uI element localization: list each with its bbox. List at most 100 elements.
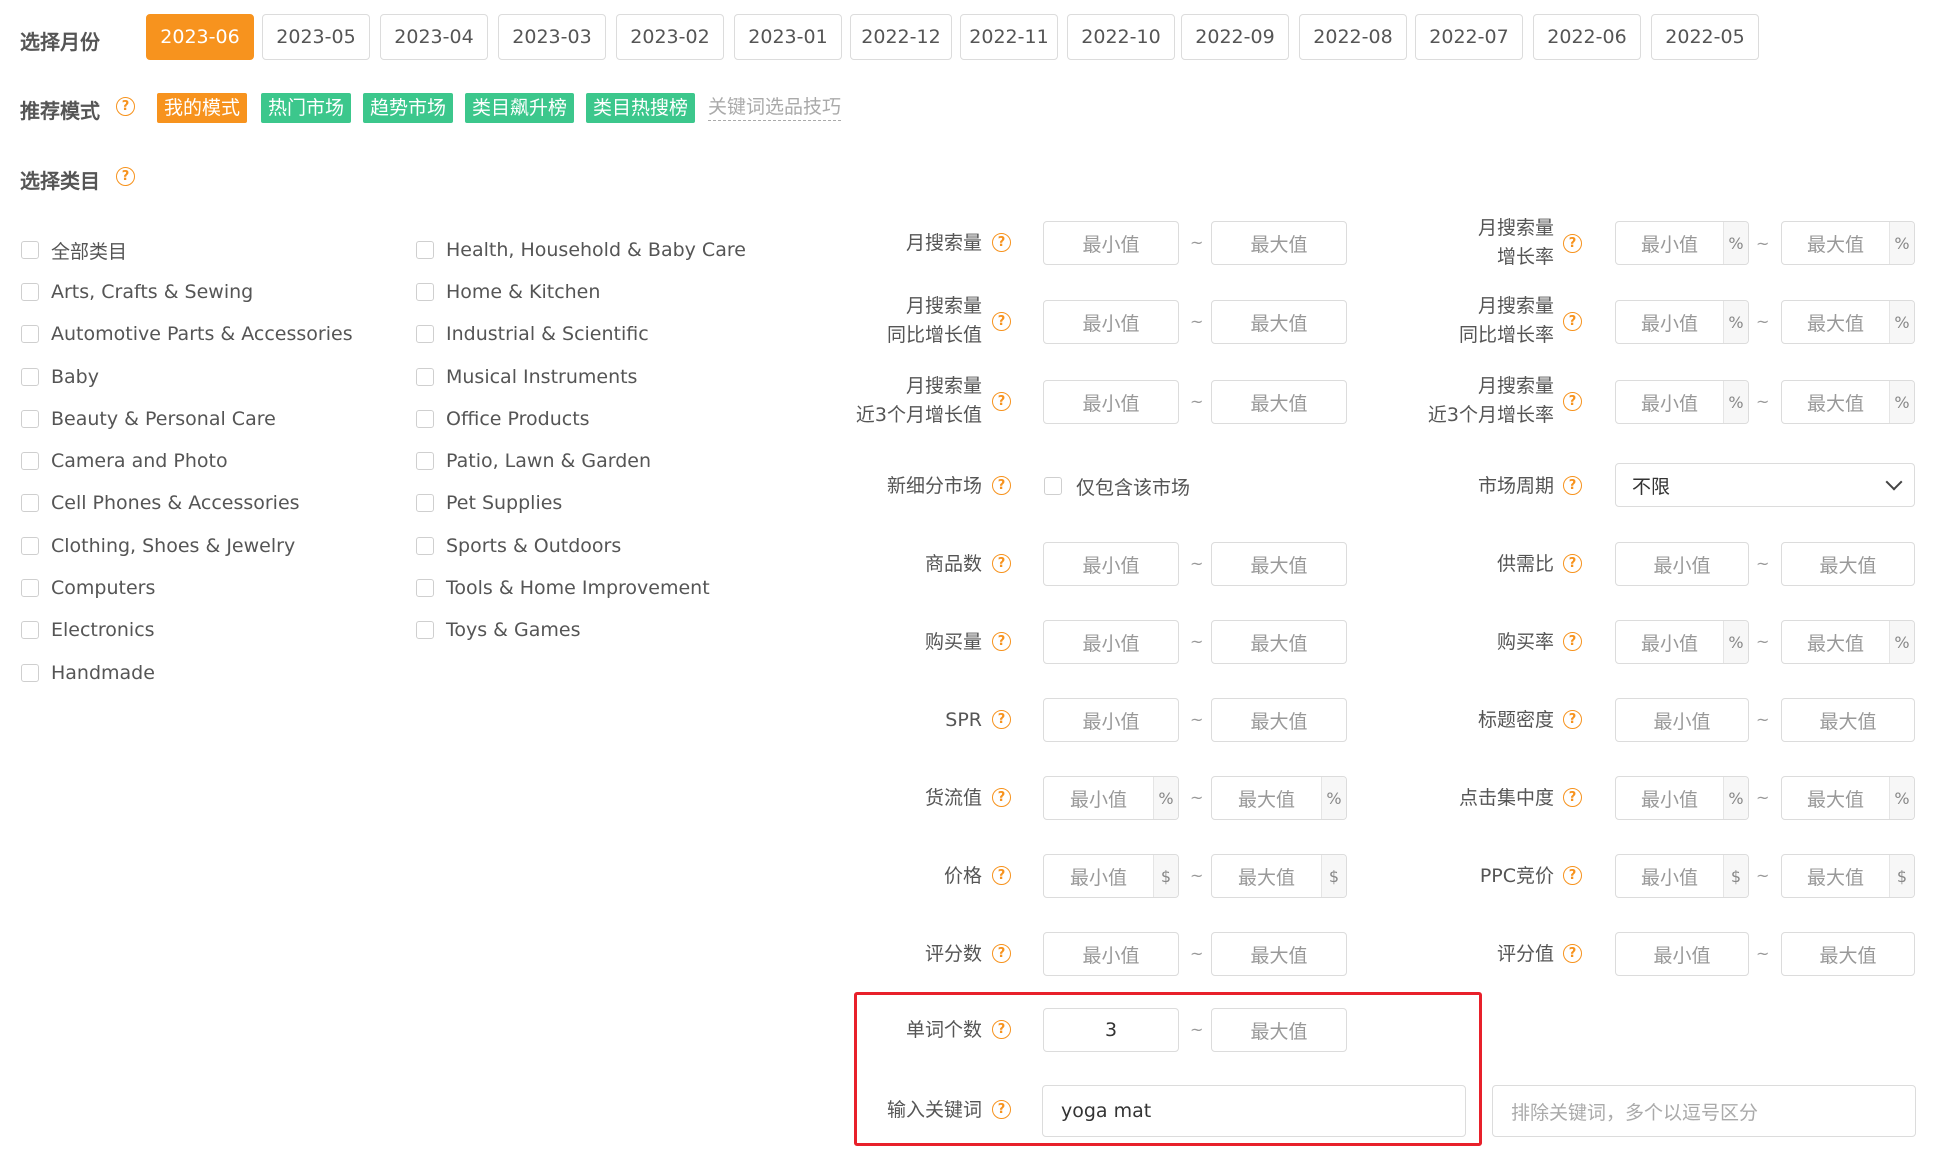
help-icon[interactable]: ? bbox=[992, 788, 1011, 807]
mode-tag-trend[interactable]: 趋势市场 bbox=[363, 93, 454, 123]
mode-tag-rising[interactable]: 类目飙升榜 bbox=[465, 93, 575, 123]
category-checkbox[interactable]: Musical Instruments bbox=[416, 364, 637, 390]
min-input[interactable]: 最小值% bbox=[1615, 300, 1749, 344]
new-market-checkbox[interactable]: 仅包含该市场 bbox=[1044, 473, 1190, 499]
min-input[interactable]: 最小值% bbox=[1615, 620, 1749, 664]
checkbox-icon[interactable] bbox=[416, 621, 434, 639]
min-input[interactable]: 最小值 bbox=[1043, 300, 1179, 344]
month-tab[interactable]: 2023-05 bbox=[262, 14, 370, 60]
category-checkbox[interactable]: Industrial & Scientific bbox=[416, 321, 649, 347]
min-input[interactable]: 最小值% bbox=[1043, 776, 1179, 820]
min-input[interactable]: 最小值% bbox=[1615, 380, 1749, 424]
help-icon[interactable]: ? bbox=[1563, 788, 1582, 807]
month-tab[interactable]: 2023-01 bbox=[734, 14, 842, 60]
max-input[interactable]: 最大值% bbox=[1781, 776, 1915, 820]
month-tab[interactable]: 2022-10 bbox=[1067, 14, 1175, 60]
checkbox-icon[interactable] bbox=[416, 537, 434, 555]
checkbox-icon[interactable] bbox=[416, 283, 434, 301]
exclude-keyword-input[interactable]: 排除关键词，多个以逗号区分 bbox=[1492, 1085, 1916, 1137]
checkbox-icon[interactable] bbox=[416, 410, 434, 428]
checkbox-icon[interactable] bbox=[21, 664, 39, 682]
category-checkbox[interactable]: Arts, Crafts & Sewing bbox=[21, 279, 253, 305]
category-checkbox[interactable]: Clothing, Shoes & Jewelry bbox=[21, 533, 295, 559]
month-tab[interactable]: 2022-07 bbox=[1415, 14, 1523, 60]
mode-tag-hotsearch[interactable]: 类目热搜榜 bbox=[586, 93, 696, 123]
month-tab[interactable]: 2022-11 bbox=[960, 14, 1058, 60]
mode-tag-hot[interactable]: 热门市场 bbox=[261, 93, 352, 123]
checkbox-icon[interactable] bbox=[416, 241, 434, 259]
help-icon[interactable]: ? bbox=[992, 632, 1011, 651]
min-input[interactable]: 最小值% bbox=[1615, 221, 1749, 265]
min-input[interactable]: 最小值 bbox=[1615, 932, 1749, 976]
min-input[interactable]: 最小值% bbox=[1615, 776, 1749, 820]
help-icon[interactable]: ? bbox=[1563, 632, 1582, 651]
category-checkbox[interactable]: Automotive Parts & Accessories bbox=[21, 321, 353, 347]
market-cycle-select[interactable]: 不限 bbox=[1615, 463, 1915, 507]
month-tab[interactable]: 2022-08 bbox=[1299, 14, 1407, 60]
max-input[interactable]: 最大值 bbox=[1781, 542, 1915, 586]
max-input[interactable]: 最大值 $ bbox=[1211, 854, 1347, 898]
month-tab[interactable]: 2023-03 bbox=[498, 14, 606, 60]
max-input[interactable]: 最大值 bbox=[1211, 380, 1347, 424]
max-input[interactable]: 最大值 bbox=[1211, 542, 1347, 586]
max-input[interactable]: 最大值 bbox=[1211, 300, 1347, 344]
category-checkbox[interactable]: 全部类目 bbox=[21, 237, 127, 263]
category-checkbox[interactable]: Beauty & Personal Care bbox=[21, 406, 276, 432]
mode-tag-my[interactable]: 我的模式 bbox=[157, 93, 248, 123]
checkbox-icon[interactable] bbox=[21, 621, 39, 639]
month-tab[interactable]: 2023-02 bbox=[616, 14, 724, 60]
checkbox-icon[interactable] bbox=[21, 241, 39, 259]
max-input[interactable]: 最大值% bbox=[1781, 620, 1915, 664]
month-tab[interactable]: 2022-06 bbox=[1533, 14, 1641, 60]
checkbox-icon[interactable] bbox=[1044, 477, 1062, 495]
max-input[interactable]: 最大值% bbox=[1781, 221, 1915, 265]
help-icon[interactable]: ? bbox=[992, 233, 1011, 252]
checkbox-icon[interactable] bbox=[21, 410, 39, 428]
help-icon[interactable]: ? bbox=[992, 710, 1011, 729]
category-checkbox[interactable]: Baby bbox=[21, 364, 99, 390]
checkbox-icon[interactable] bbox=[21, 325, 39, 343]
month-tab[interactable]: 2023-04 bbox=[380, 14, 488, 60]
category-checkbox[interactable]: Health, Household & Baby Care bbox=[416, 237, 746, 263]
help-icon[interactable]: ? bbox=[1563, 710, 1582, 729]
category-checkbox[interactable]: Computers bbox=[21, 575, 155, 601]
month-tab[interactable]: 2022-09 bbox=[1181, 14, 1289, 60]
checkbox-icon[interactable] bbox=[416, 579, 434, 597]
max-input[interactable]: 最大值 bbox=[1781, 698, 1915, 742]
max-input[interactable]: 最大值 bbox=[1781, 932, 1915, 976]
help-icon[interactable]: ? bbox=[1563, 234, 1582, 253]
checkbox-icon[interactable] bbox=[21, 579, 39, 597]
checkbox-icon[interactable] bbox=[21, 283, 39, 301]
min-input[interactable]: 最小值 bbox=[1043, 698, 1179, 742]
help-icon[interactable]: ? bbox=[992, 554, 1011, 573]
checkbox-icon[interactable] bbox=[416, 452, 434, 470]
category-checkbox[interactable]: Pet Supplies bbox=[416, 490, 562, 516]
help-icon[interactable]: ? bbox=[1563, 312, 1582, 331]
max-input[interactable]: 最大值 bbox=[1211, 221, 1347, 265]
help-icon[interactable]: ? bbox=[1563, 554, 1582, 573]
checkbox-icon[interactable] bbox=[416, 494, 434, 512]
min-input[interactable]: 最小值 bbox=[1615, 698, 1749, 742]
max-input[interactable]: 最大值 bbox=[1211, 698, 1347, 742]
min-input[interactable]: 最小值 bbox=[1043, 932, 1179, 976]
help-icon[interactable]: ? bbox=[1563, 944, 1582, 963]
checkbox-icon[interactable] bbox=[21, 537, 39, 555]
checkbox-icon[interactable] bbox=[21, 494, 39, 512]
category-checkbox[interactable]: Patio, Lawn & Garden bbox=[416, 448, 651, 474]
help-icon[interactable]: ? bbox=[1563, 866, 1582, 885]
help-icon[interactable]: ? bbox=[992, 392, 1011, 411]
category-checkbox[interactable]: Cell Phones & Accessories bbox=[21, 490, 300, 516]
help-icon[interactable]: ? bbox=[116, 97, 135, 116]
help-icon[interactable]: ? bbox=[992, 476, 1011, 495]
category-checkbox[interactable]: Electronics bbox=[21, 617, 155, 643]
min-input[interactable]: 最小值 bbox=[1043, 380, 1179, 424]
help-icon[interactable]: ? bbox=[992, 944, 1011, 963]
checkbox-icon[interactable] bbox=[416, 368, 434, 386]
month-tab[interactable]: 2022-05 bbox=[1651, 14, 1759, 60]
help-icon[interactable]: ? bbox=[116, 167, 135, 186]
help-icon[interactable]: ? bbox=[992, 866, 1011, 885]
min-input[interactable]: 最小值 bbox=[1043, 620, 1179, 664]
category-checkbox[interactable]: Home & Kitchen bbox=[416, 279, 600, 305]
max-input[interactable]: 最大值% bbox=[1781, 380, 1915, 424]
month-tab[interactable]: 2022-12 bbox=[850, 14, 952, 60]
